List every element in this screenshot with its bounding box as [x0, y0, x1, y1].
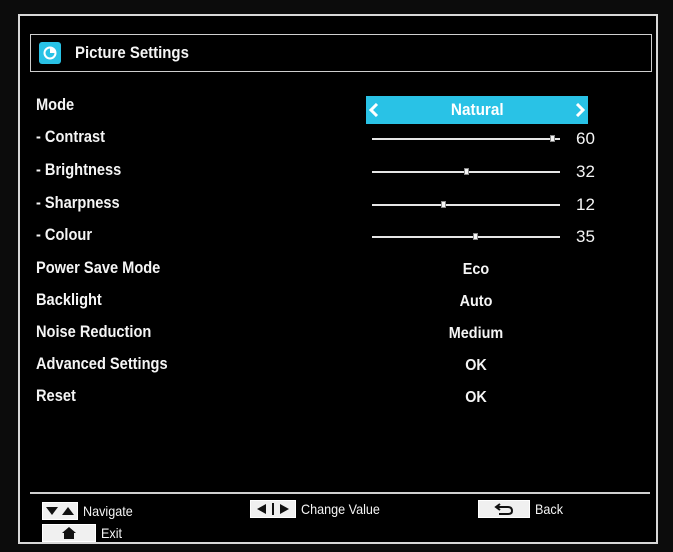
power-save-mode-value: Eco: [462, 261, 490, 278]
navigate-hint: Navigate: [42, 502, 138, 520]
title-bar: Picture Settings: [30, 34, 652, 72]
colour-value: 35: [576, 227, 595, 246]
reset-value: OK: [465, 389, 487, 406]
brightness-slider[interactable]: [372, 168, 560, 175]
change-value-label: Change Value: [301, 501, 380, 517]
sharpness-slider[interactable]: [372, 201, 560, 208]
brightness-value: 32: [576, 162, 595, 181]
picture-settings-icon: [39, 42, 61, 64]
chevron-right-icon[interactable]: [572, 96, 588, 124]
exit-hint: Exit: [42, 524, 124, 542]
reset-label: Reset: [36, 386, 76, 405]
brightness-slider-knob[interactable]: [463, 168, 469, 175]
menu-row-power-save-mode[interactable]: Power Save Mode Eco: [36, 255, 636, 283]
menu-row-brightness[interactable]: - Brightness 32: [36, 157, 636, 185]
menu-row-backlight[interactable]: Backlight Auto: [36, 287, 636, 315]
up-down-arrows-icon: [42, 502, 78, 520]
noise-reduction-label: Noise Reduction: [36, 322, 152, 341]
chevron-left-icon[interactable]: [366, 96, 382, 124]
colour-slider-knob[interactable]: [472, 233, 478, 240]
noise-reduction-value: Medium: [448, 325, 504, 342]
exit-label: Exit: [101, 525, 123, 541]
menu-row-noise-reduction[interactable]: Noise Reduction Medium: [36, 319, 636, 347]
mode-selector[interactable]: Natural: [366, 96, 588, 124]
menu-row-mode[interactable]: Mode Natural: [36, 92, 636, 124]
mode-value: Natural: [450, 100, 504, 119]
menu-row-colour[interactable]: - Colour 35: [36, 222, 636, 250]
colour-slider[interactable]: [372, 233, 560, 240]
contrast-slider-knob[interactable]: [549, 135, 555, 142]
menu-row-reset[interactable]: Reset OK: [36, 383, 636, 411]
mode-label: Mode: [36, 95, 75, 114]
navigate-label: Navigate: [83, 503, 133, 519]
sharpness-value: 12: [576, 195, 595, 214]
backlight-value: Auto: [459, 293, 493, 310]
menu-row-contrast[interactable]: - Contrast 60: [36, 124, 636, 152]
contrast-value: 60: [576, 129, 595, 148]
advanced-settings-label: Advanced Settings: [36, 354, 168, 373]
change-value-hint: Change Value: [250, 500, 389, 518]
page-title: Picture Settings: [75, 43, 189, 62]
power-save-mode-label: Power Save Mode: [36, 258, 161, 277]
contrast-slider[interactable]: [372, 135, 560, 142]
footer-divider: [30, 492, 650, 494]
menu-row-advanced-settings[interactable]: Advanced Settings OK: [36, 351, 636, 379]
back-icon: [478, 500, 530, 518]
menu-row-sharpness[interactable]: - Sharpness 12: [36, 190, 636, 218]
picture-settings-window: Picture Settings Mode Natural - Contrast…: [18, 14, 658, 544]
left-right-arrows-icon: [250, 500, 296, 518]
home-icon: [42, 524, 96, 542]
sharpness-label: - Sharpness: [36, 193, 120, 212]
back-label: Back: [535, 501, 564, 517]
advanced-settings-value: OK: [465, 357, 487, 374]
back-hint: Back: [478, 500, 566, 518]
brightness-label: - Brightness: [36, 160, 122, 179]
sharpness-slider-knob[interactable]: [440, 201, 446, 208]
backlight-label: Backlight: [36, 290, 102, 309]
colour-label: - Colour: [36, 225, 93, 244]
contrast-label: - Contrast: [36, 127, 106, 146]
